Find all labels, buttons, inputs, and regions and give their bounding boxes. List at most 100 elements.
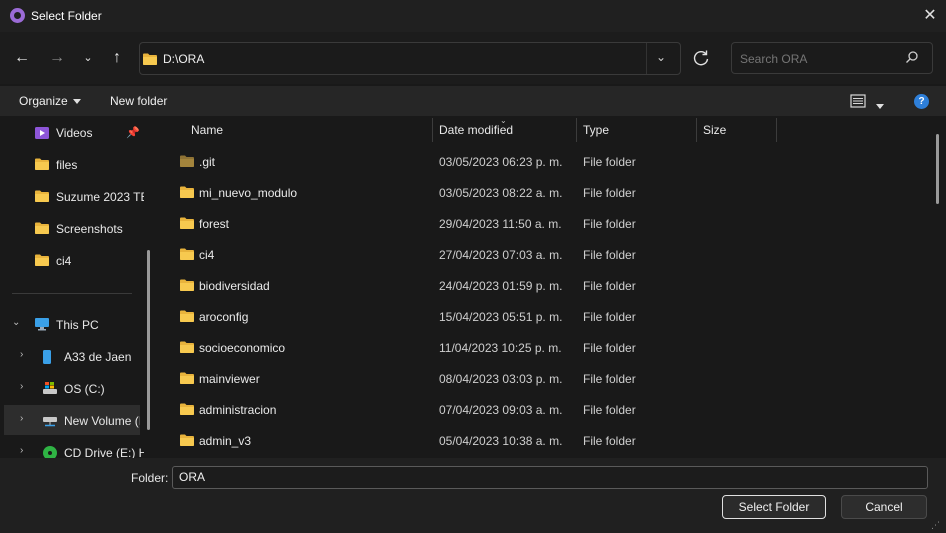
folder-icon: [179, 371, 195, 385]
folder-icon: [34, 253, 50, 267]
search-input[interactable]: [740, 51, 890, 67]
recent-locations-chevron-icon[interactable]: ⌄: [76, 46, 100, 70]
file-list-scrollbar[interactable]: [936, 134, 939, 204]
column-divider[interactable]: [776, 118, 777, 142]
sidebar-item-label: OS (C:): [64, 382, 105, 396]
chevron-right-icon[interactable]: ›: [20, 413, 23, 424]
file-row[interactable]: biodiversidad 24/04/2023 01:59 p. m. Fil…: [162, 270, 932, 301]
sidebar-item-label: Screenshots: [56, 222, 123, 236]
sidebar-item-phone[interactable]: › A33 de Jaen: [0, 341, 146, 371]
file-date: 27/04/2023 07:03 a. m.: [439, 248, 563, 262]
new-folder-button[interactable]: New folder: [110, 94, 167, 108]
organize-label: Organize: [19, 94, 68, 108]
sidebar-item-label: files: [56, 158, 78, 172]
up-arrow-icon[interactable]: ↑: [105, 46, 129, 70]
sidebar-item-label: CD Drive (E:) H: [64, 446, 144, 458]
file-row[interactable]: forest 29/04/2023 11:50 a. m. File folde…: [162, 208, 932, 239]
sidebar-item-cd-drive[interactable]: › CD Drive (E:) H: [0, 437, 146, 458]
chevron-right-icon[interactable]: ›: [20, 445, 23, 456]
network-drive-icon: [43, 417, 57, 427]
folder-icon: [179, 402, 195, 416]
sidebar-item-videos[interactable]: Videos 📌: [0, 117, 146, 147]
file-row[interactable]: socioeconomico 11/04/2023 10:25 p. m. Fi…: [162, 332, 932, 363]
file-type: File folder: [583, 372, 636, 386]
app-logo-icon: [10, 8, 25, 23]
view-details-icon[interactable]: [850, 94, 866, 108]
file-row[interactable]: .git 03/05/2023 06:23 p. m. File folder: [162, 146, 932, 177]
folder-icon: [179, 309, 195, 323]
file-row[interactable]: admin_v3 05/04/2023 10:38 a. m. File fol…: [162, 425, 932, 456]
pc-icon: [35, 318, 49, 331]
file-date: 08/04/2023 03:03 p. m.: [439, 372, 563, 386]
file-type: File folder: [583, 248, 636, 262]
file-row[interactable]: mi_nuevo_modulo 03/05/2023 08:22 a. m. F…: [162, 177, 932, 208]
pin-icon[interactable]: 📌: [126, 126, 140, 139]
search-icon[interactable]: [905, 50, 919, 64]
title-bar: [0, 0, 946, 32]
file-date: 15/04/2023 05:51 p. m.: [439, 310, 563, 324]
file-name: admin_v3: [199, 434, 252, 448]
file-date: 24/04/2023 01:59 p. m.: [439, 279, 563, 293]
chevron-right-icon[interactable]: ›: [20, 381, 23, 392]
file-name: biodiversidad: [199, 279, 270, 293]
file-type: File folder: [583, 310, 636, 324]
file-date: 11/04/2023 10:25 p. m.: [439, 341, 562, 355]
folder-icon: [179, 216, 195, 230]
sidebar-item-label: ci4: [56, 254, 72, 268]
sidebar-item-label: A33 de Jaen: [64, 350, 132, 364]
drive-icon: [43, 382, 57, 394]
file-name: mainviewer: [199, 372, 260, 386]
sidebar-item-this-pc[interactable]: ⌄ This PC: [0, 309, 146, 339]
address-path[interactable]: D:\ORA: [163, 52, 204, 66]
close-icon[interactable]: ✕: [920, 6, 940, 26]
file-type: File folder: [583, 434, 636, 448]
sidebar-item-os-c[interactable]: › OS (C:): [0, 373, 146, 403]
sidebar-item-label: This PC: [56, 318, 99, 332]
folder-label: Folder:: [131, 471, 169, 485]
folder-name-input[interactable]: ORA: [172, 466, 928, 489]
column-divider[interactable]: [696, 118, 697, 142]
file-row[interactable]: mainviewer 08/04/2023 03:03 p. m. File f…: [162, 363, 932, 394]
chevron-right-icon[interactable]: ›: [20, 349, 23, 360]
file-date: 29/04/2023 11:50 a. m.: [439, 217, 562, 231]
file-name: ci4: [199, 248, 215, 262]
videos-icon: [35, 127, 49, 139]
help-icon[interactable]: ?: [914, 94, 929, 109]
file-name: mi_nuevo_modulo: [199, 186, 298, 200]
sidebar-item-new-volume[interactable]: › New Volume (I: [4, 405, 140, 435]
back-arrow-icon[interactable]: ←: [10, 46, 34, 70]
sidebar-item-files[interactable]: files: [0, 149, 146, 179]
file-date: 05/04/2023 10:38 a. m.: [439, 434, 563, 448]
file-type: File folder: [583, 217, 636, 231]
address-bar[interactable]: [139, 42, 681, 75]
file-row[interactable]: aroconfig 15/04/2023 05:51 p. m. File fo…: [162, 301, 932, 332]
resize-grip-icon[interactable]: ⋰: [931, 520, 940, 531]
folder-icon: [179, 278, 195, 292]
file-date: 03/05/2023 06:23 p. m.: [439, 155, 563, 169]
file-type: File folder: [583, 403, 636, 417]
phone-icon: [43, 350, 51, 364]
chevron-down-icon[interactable]: ⌄: [12, 317, 20, 328]
cd-drive-icon: [43, 446, 57, 458]
view-options-caret-icon[interactable]: [876, 99, 884, 113]
folder-icon: [179, 154, 195, 168]
column-divider[interactable]: [576, 118, 577, 142]
select-folder-button[interactable]: Select Folder: [722, 495, 826, 519]
folder-icon: [34, 189, 50, 203]
sidebar-item-ci4[interactable]: ci4: [0, 245, 146, 275]
folder-icon: [179, 185, 195, 199]
organize-button[interactable]: Organize: [19, 94, 81, 108]
file-date: 03/05/2023 08:22 a. m.: [439, 186, 563, 200]
file-type: File folder: [583, 155, 636, 169]
file-date: 07/04/2023 09:03 a. m.: [439, 403, 563, 417]
forward-arrow-icon[interactable]: →: [45, 46, 69, 70]
refresh-icon[interactable]: [689, 46, 713, 70]
address-dropdown-chevron-icon[interactable]: ⌄: [656, 50, 666, 64]
cancel-button[interactable]: Cancel: [841, 495, 927, 519]
file-row[interactable]: administracion 07/04/2023 09:03 a. m. Fi…: [162, 394, 932, 425]
file-row[interactable]: ci4 27/04/2023 07:03 a. m. File folder: [162, 239, 932, 270]
sidebar-item-screenshots[interactable]: Screenshots: [0, 213, 146, 243]
column-divider[interactable]: [432, 118, 433, 142]
sidebar-item-suzume[interactable]: Suzume 2023 TE: [0, 181, 146, 211]
sidebar-scrollbar[interactable]: [147, 250, 150, 430]
